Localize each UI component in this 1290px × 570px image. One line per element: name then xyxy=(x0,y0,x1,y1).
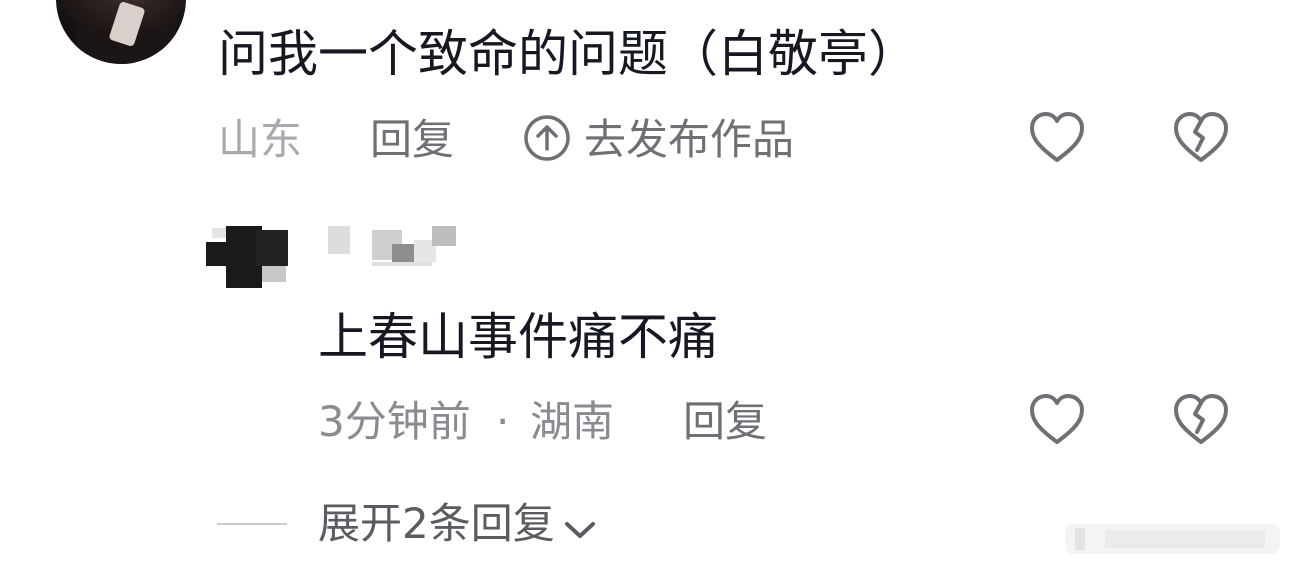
heart-icon xyxy=(1028,110,1086,166)
reply-reply-button[interactable]: 回复 xyxy=(683,398,767,446)
expand-replies-button[interactable]: 展开2条回复 xyxy=(318,498,597,553)
reply-like-button[interactable] xyxy=(1028,392,1086,452)
expand-replies-label: 展开2条回复 xyxy=(318,499,555,548)
commenter-avatar[interactable] xyxy=(56,0,186,64)
heart-icon xyxy=(1028,392,1086,448)
reply-text: 上春山事件痛不痛 xyxy=(318,308,718,366)
reply-location: 湖南 xyxy=(530,397,615,446)
comment-dislike-button[interactable] xyxy=(1172,110,1230,170)
arrow-up-circle-icon xyxy=(522,113,572,167)
reply-separator: · xyxy=(496,397,510,446)
comment-location: 山东 xyxy=(218,115,303,164)
watermark xyxy=(1065,522,1280,556)
comment-text: 问我一个致命的问题（白敬亭） xyxy=(218,25,918,83)
reply-time: 3分钟前 xyxy=(318,397,471,446)
chevron-down-icon xyxy=(563,501,597,553)
broken-heart-icon xyxy=(1172,110,1230,166)
publish-work-label: 去发布作品 xyxy=(584,115,795,164)
comment-like-button[interactable] xyxy=(1028,110,1086,170)
reply-avatar[interactable] xyxy=(206,226,292,288)
expand-divider xyxy=(217,523,287,525)
reply-username[interactable] xyxy=(328,224,458,270)
broken-heart-icon xyxy=(1172,392,1230,448)
reply-dislike-button[interactable] xyxy=(1172,392,1230,452)
comment-reply-button[interactable]: 回复 xyxy=(370,116,454,164)
publish-work-button[interactable]: 去发布作品 xyxy=(522,114,794,166)
